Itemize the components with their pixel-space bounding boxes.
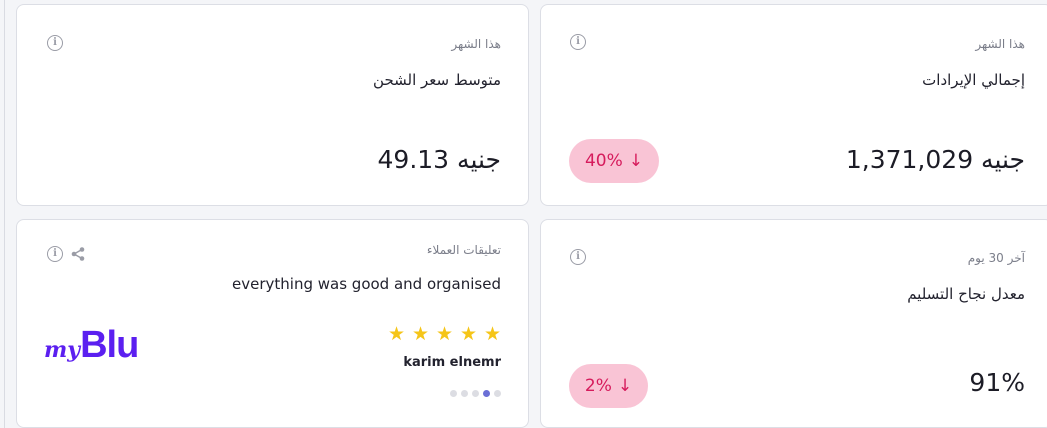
star-icon: ★	[460, 323, 478, 345]
info-icon[interactable]: i	[570, 34, 586, 50]
logo-prefix: my	[44, 337, 81, 363]
star-icon: ★	[484, 323, 502, 345]
left-edge-divider	[4, 0, 5, 428]
card-period: تعليقات العملاء	[426, 243, 501, 257]
card-value: 91%	[969, 368, 1025, 397]
star-icon: ★	[388, 323, 406, 345]
info-icon[interactable]: i	[47, 246, 63, 262]
pagination-dot[interactable]	[494, 390, 501, 397]
card-value: 49.13 جنيه	[377, 145, 501, 174]
change-badge: 40% ↓	[569, 139, 659, 183]
reviewer-name: karim elnemr	[403, 355, 501, 370]
rating-stars: ★ ★ ★ ★ ★	[388, 323, 502, 345]
change-value: 40%	[584, 151, 623, 171]
arrow-down-icon: ↓	[617, 376, 633, 396]
card-title: إجمالي الإيرادات	[922, 71, 1025, 89]
change-value: 2%	[584, 376, 612, 396]
customer-feedback-card: i تعليقات العملاء everything was good an…	[16, 219, 529, 428]
shipping-average-card: i هذا الشهر متوسط سعر الشحن 49.13 جنيه	[16, 4, 529, 206]
carousel-pagination	[450, 390, 501, 397]
star-icon: ★	[412, 323, 430, 345]
card-period: هذا الشهر	[451, 37, 501, 51]
arrow-down-icon: ↓	[628, 151, 644, 171]
info-icon[interactable]: i	[47, 35, 63, 51]
myblu-logo: my Blu	[44, 324, 139, 367]
info-icon[interactable]: i	[570, 249, 586, 265]
delivery-success-card: i آخر 30 يوم معدل نجاح التسليم 91% 2% ↓	[540, 219, 1047, 428]
change-badge: 2% ↓	[569, 364, 648, 408]
feedback-comment: everything was good and organised	[232, 275, 501, 293]
card-value: 1,371,029 جنيه	[845, 145, 1025, 174]
star-icon: ★	[436, 323, 454, 345]
card-title: معدل نجاح التسليم	[907, 285, 1025, 303]
card-title: متوسط سعر الشحن	[373, 71, 501, 89]
share-icon[interactable]	[70, 246, 86, 262]
pagination-dot[interactable]	[472, 390, 479, 397]
pagination-dot[interactable]	[450, 390, 457, 397]
pagination-dot[interactable]	[461, 390, 468, 397]
pagination-dot-active[interactable]	[483, 390, 490, 397]
total-revenue-card: i هذا الشهر إجمالي الإيرادات 1,371,029 ج…	[540, 4, 1047, 206]
card-period: هذا الشهر	[975, 37, 1025, 51]
card-period: آخر 30 يوم	[967, 251, 1025, 265]
logo-main: Blu	[80, 324, 139, 366]
